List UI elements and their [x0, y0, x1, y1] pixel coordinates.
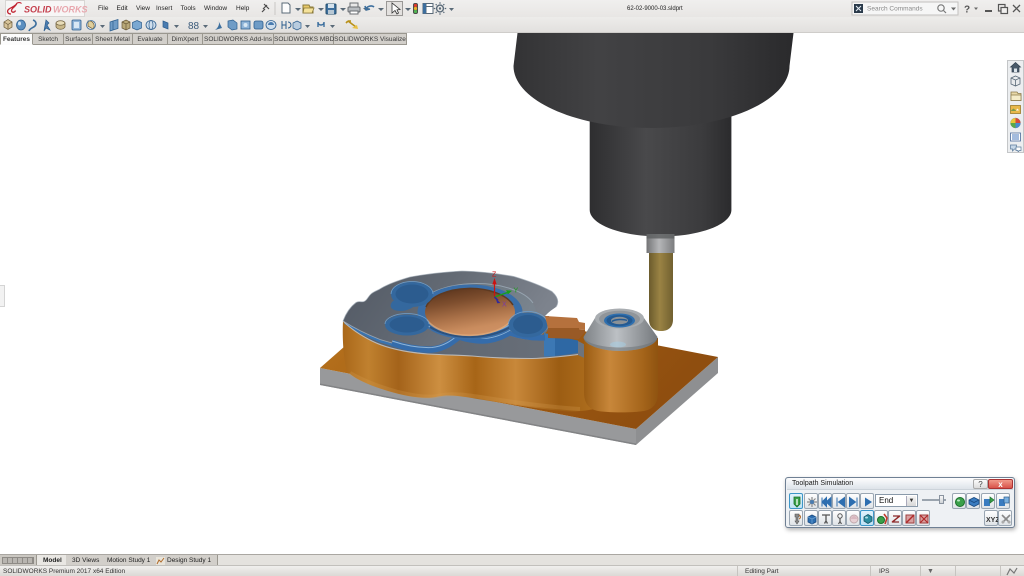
- svg-text:SOLID: SOLID: [24, 5, 52, 15]
- svg-text:88: 88: [188, 21, 200, 32]
- svg-text:X: X: [502, 302, 507, 309]
- svg-text:WORKS: WORKS: [53, 5, 88, 15]
- svg-text:Z: Z: [492, 272, 497, 279]
- svg-text:?: ?: [964, 5, 970, 16]
- svg-text:Y: Y: [514, 288, 519, 295]
- svg-text:Search Commands: Search Commands: [867, 6, 923, 13]
